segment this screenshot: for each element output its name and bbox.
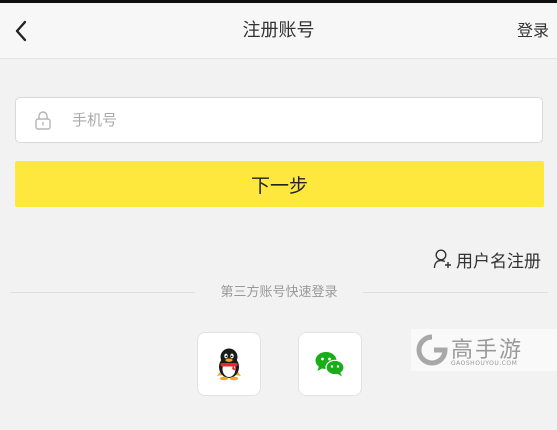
user-add-icon: [433, 249, 451, 269]
back-button[interactable]: [6, 13, 36, 49]
chevron-left-icon: [15, 20, 27, 42]
third-party-divider: 第三方账号快速登录: [10, 283, 548, 303]
username-register-link[interactable]: 用户名注册: [433, 246, 541, 272]
nav-bar: 注册账号 登录: [0, 3, 557, 59]
qq-login-button[interactable]: [197, 332, 261, 396]
watermark-url: GAOSHOUYOU.COM: [451, 360, 518, 367]
lock-icon: [35, 111, 51, 130]
next-step-button[interactable]: 下一步: [15, 161, 544, 207]
watermark: 高手游 GAOSHOUYOU.COM: [411, 329, 557, 371]
third-party-label: 第三方账号快速登录: [220, 285, 338, 300]
qq-icon: [217, 348, 241, 381]
wechat-login-button[interactable]: [298, 332, 362, 396]
watermark-logo-icon: [416, 334, 448, 366]
phone-input[interactable]: [68, 98, 532, 142]
login-link[interactable]: 登录: [517, 3, 549, 58]
phone-field: [15, 97, 543, 143]
divider-line-right: [363, 292, 548, 293]
wechat-icon: [315, 352, 345, 377]
username-register-label: 用户名注册: [456, 251, 541, 272]
page-title: 注册账号: [242, 20, 315, 41]
